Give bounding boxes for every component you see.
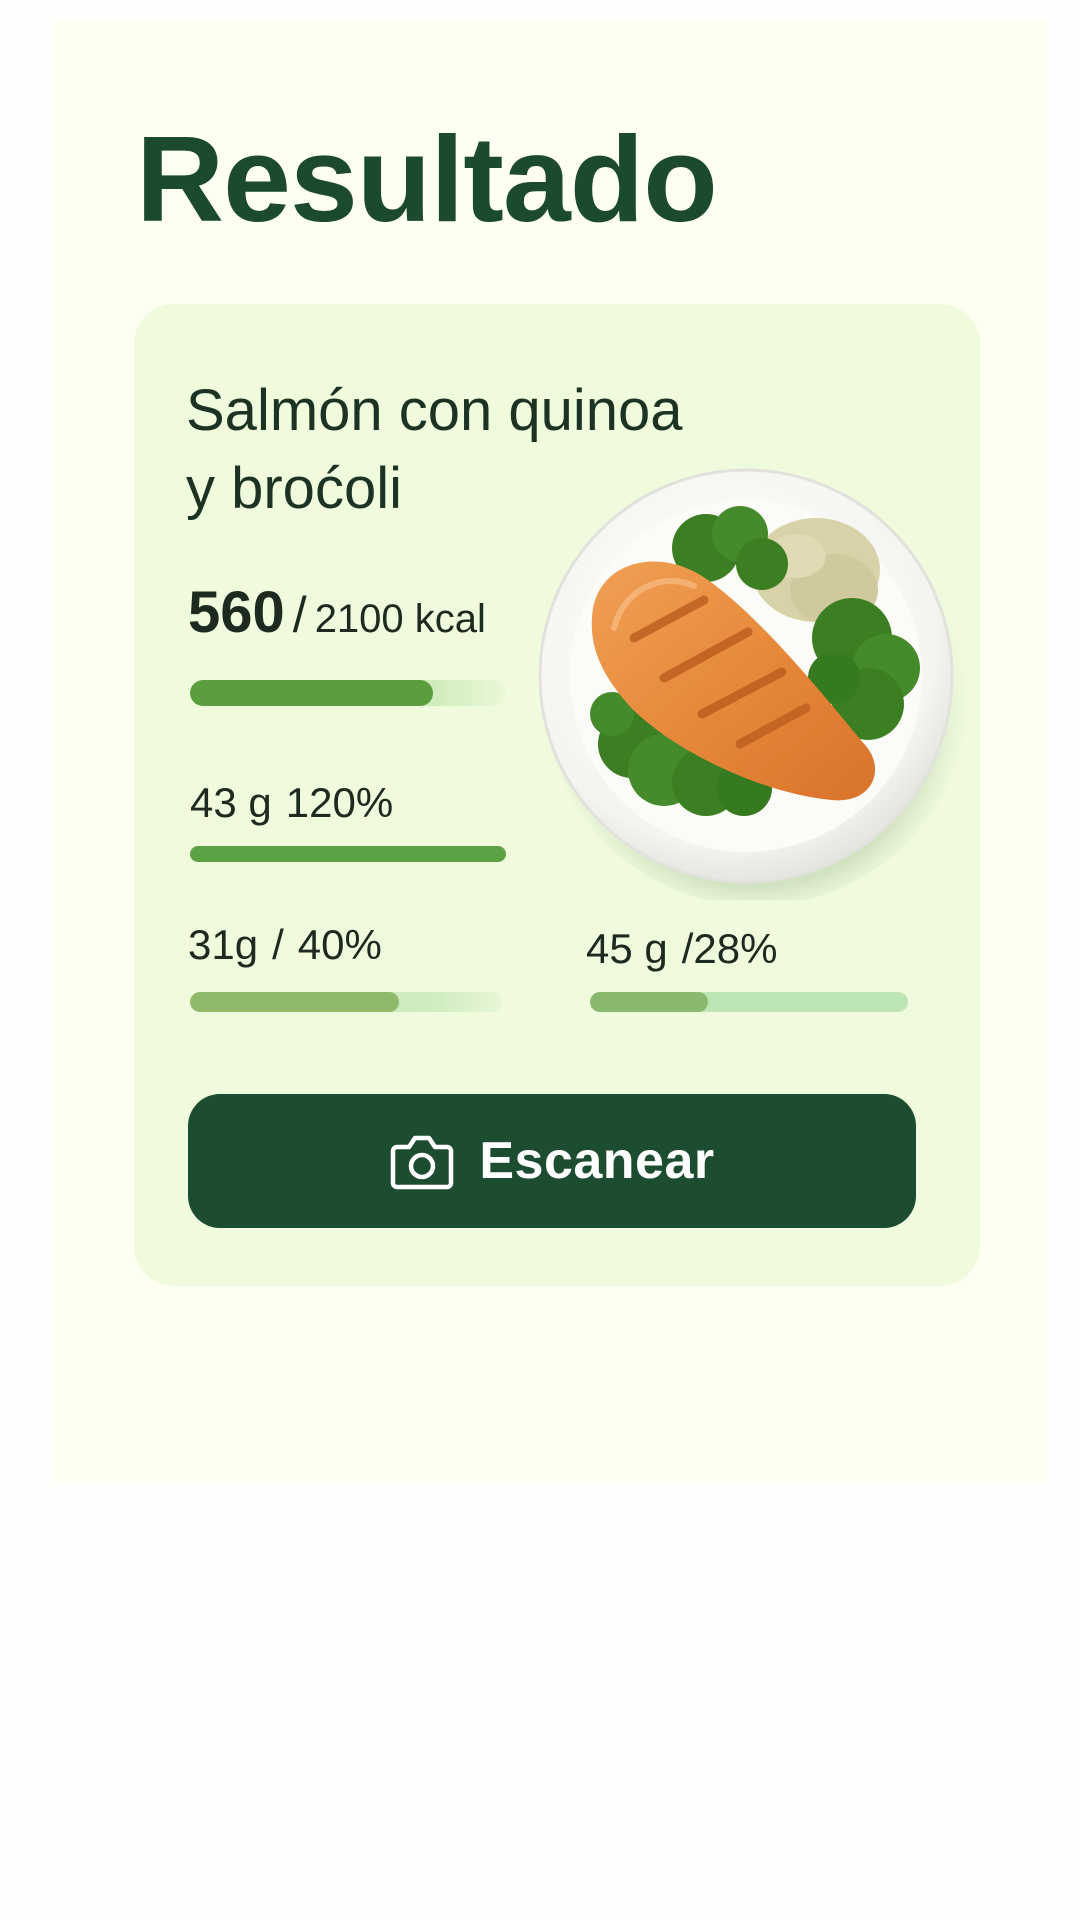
- scan-button-label: Escanear: [479, 1132, 715, 1190]
- macro-3-progress-fill: [590, 992, 708, 1012]
- scan-button[interactable]: Escanear: [188, 1094, 916, 1228]
- calorie-separator: /: [292, 587, 307, 643]
- calorie-goal: 2100 kcal: [314, 597, 486, 641]
- macro-3-amount: 45 g: [586, 925, 668, 972]
- macro-2-progress-fill: [190, 992, 400, 1012]
- macro-3-percent: 28%: [693, 925, 778, 972]
- macro-3-progress-bar: [590, 992, 908, 1012]
- macro-3-label: 45 g /28%: [586, 928, 777, 970]
- calorie-progress-fill: [190, 680, 434, 706]
- page-title: Resultado: [136, 111, 718, 247]
- macro-1-progress-bar: [190, 846, 506, 862]
- macro-1-percent: 120%: [285, 779, 394, 826]
- macro-1-progress-fill: [190, 846, 506, 862]
- plate-of-food-illustration: [538, 468, 968, 906]
- macro-2-label: 31g / 40%: [188, 924, 382, 966]
- camera-icon: [391, 1135, 454, 1190]
- dish-name-line-1: Salmón con quinoa: [186, 378, 683, 443]
- dish-photo: [534, 468, 968, 906]
- calorie-value: 560: [188, 580, 285, 645]
- dish-name-line-2: y broćoli: [186, 456, 402, 521]
- macro-2-amount: 31g: [188, 921, 259, 968]
- macro-2-progress-bar: [190, 992, 502, 1012]
- macro-2-separator: /: [272, 921, 284, 968]
- macro-1-label: 43 g 120%: [190, 782, 393, 824]
- macro-3-separator: /: [681, 925, 694, 972]
- calorie-progress-bar: [190, 680, 506, 706]
- macro-2-percent: 40%: [297, 921, 382, 968]
- calorie-summary: 560/2100 kcal: [188, 584, 486, 642]
- macro-1-amount: 43 g: [190, 779, 272, 826]
